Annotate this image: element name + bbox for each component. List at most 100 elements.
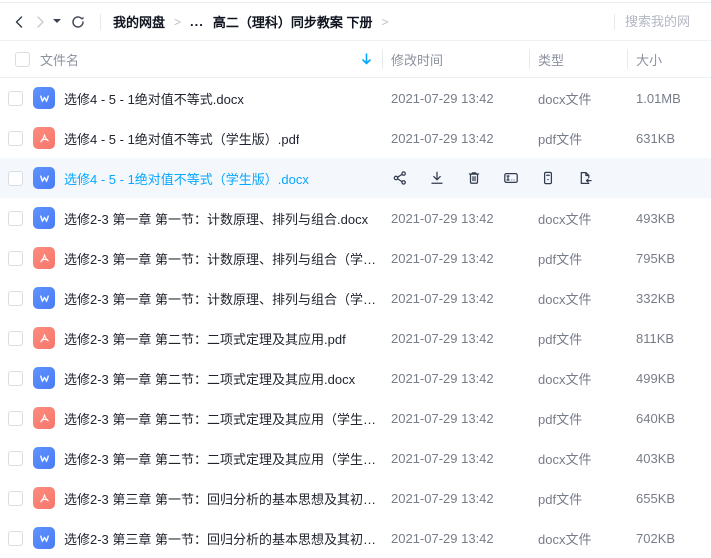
table-row[interactable]: 选修4 - 5 - 1绝对值不等式（学生版）.pdf 2021-07-29 13… (0, 118, 711, 158)
toolbar: 我的网盘 > ... 高二（理科）同步教案 下册 > (0, 3, 711, 41)
row-checkbox[interactable] (8, 131, 23, 146)
file-type: docx文件 (530, 209, 628, 228)
download-icon[interactable] (428, 169, 446, 187)
select-all-checkbox[interactable] (15, 52, 30, 67)
file-name[interactable]: 选修2-3 第一章 第一节：计数原理、排列与组合（学生版... (64, 289, 383, 308)
file-list: 选修4 - 5 - 1绝对值不等式.docx 2021-07-29 13:42 … (0, 78, 711, 558)
file-type: docx文件 (530, 369, 628, 388)
move-icon[interactable] (576, 169, 594, 187)
file-name-cell: 选修2-3 第一章 第一节：计数原理、排列与组合（学生版... (0, 247, 383, 269)
rename-icon[interactable] (502, 169, 520, 187)
file-size: 640KB (628, 411, 711, 426)
file-name-cell: 选修2-3 第三章 第一节：回归分析的基本思想及其初步应... (0, 487, 383, 509)
file-name[interactable]: 选修2-3 第一章 第一节：计数原理、排列与组合（学生版... (64, 249, 383, 268)
column-label-size: 大小 (636, 50, 662, 69)
file-name-cell: 选修2-3 第一章 第二节：二项式定理及其应用.docx (0, 367, 383, 389)
file-name[interactable]: 选修2-3 第一章 第二节：二项式定理及其应用（学生版）... (64, 409, 383, 428)
breadcrumb-current[interactable]: 高二（理科）同步教案 下册 (213, 12, 373, 31)
column-header-name[interactable]: 文件名 (0, 41, 383, 77)
file-name[interactable]: 选修2-3 第三章 第一节：回归分析的基本思想及其初步应... (64, 529, 383, 548)
file-name[interactable]: 选修2-3 第一章 第二节：二项式定理及其应用（学生版）... (64, 449, 383, 468)
table-row[interactable]: 选修2-3 第一章 第二节：二项式定理及其应用（学生版）... 2021-07-… (0, 398, 711, 438)
file-modified: 2021-07-29 13:42 (383, 411, 530, 426)
file-size: 499KB (628, 371, 711, 386)
pdf-file-icon (33, 487, 55, 509)
file-name[interactable]: 选修2-3 第一章 第二节：二项式定理及其应用.docx (64, 369, 355, 388)
row-checkbox[interactable] (8, 91, 23, 106)
table-row[interactable]: 选修2-3 第一章 第一节：计数原理、排列与组合.docx 2021-07-29… (0, 198, 711, 238)
pdf-file-icon (33, 247, 55, 269)
table-row[interactable]: 选修2-3 第一章 第一节：计数原理、排列与组合（学生版... 2021-07-… (0, 238, 711, 278)
column-header-type[interactable]: 类型 (530, 41, 628, 77)
row-checkbox[interactable] (8, 371, 23, 386)
file-name[interactable]: 选修2-3 第三章 第一节：回归分析的基本思想及其初步应... (64, 489, 383, 508)
row-checkbox[interactable] (8, 531, 23, 546)
breadcrumb-collapsed[interactable]: ... (190, 14, 204, 29)
row-checkbox[interactable] (8, 291, 23, 306)
back-icon[interactable] (10, 12, 30, 32)
file-name[interactable]: 选修2-3 第一章 第一节：计数原理、排列与组合.docx (64, 209, 368, 228)
row-checkbox[interactable] (8, 491, 23, 506)
detail-icon[interactable] (539, 169, 557, 187)
table-row[interactable]: 选修2-3 第一章 第一节：计数原理、排列与组合（学生版... 2021-07-… (0, 278, 711, 318)
row-checkbox[interactable] (8, 211, 23, 226)
file-modified: 2021-07-29 13:42 (383, 291, 530, 306)
file-name-cell: 选修2-3 第一章 第一节：计数原理、排列与组合（学生版... (0, 287, 383, 309)
file-type: pdf文件 (530, 409, 628, 428)
file-name-cell: 选修2-3 第三章 第一节：回归分析的基本思想及其初步应... (0, 527, 383, 549)
file-name[interactable]: 选修4 - 5 - 1绝对值不等式（学生版）.docx (64, 169, 309, 188)
file-size: 795KB (628, 251, 711, 266)
row-actions (383, 169, 711, 187)
column-label-type: 类型 (538, 50, 564, 69)
file-size: 493KB (628, 211, 711, 226)
sort-desc-icon[interactable] (361, 53, 372, 65)
column-label-modified: 修改时间 (391, 50, 443, 69)
file-modified: 2021-07-29 13:42 (383, 131, 530, 146)
refresh-icon[interactable] (68, 12, 88, 32)
file-name[interactable]: 选修4 - 5 - 1绝对值不等式.docx (64, 89, 244, 108)
file-size: 403KB (628, 451, 711, 466)
table-row[interactable]: 选修2-3 第三章 第一节：回归分析的基本思想及其初步应... 2021-07-… (0, 478, 711, 518)
file-modified: 2021-07-29 13:42 (383, 211, 530, 226)
file-name[interactable]: 选修2-3 第一章 第二节：二项式定理及其应用.pdf (64, 329, 346, 348)
file-size: 811KB (628, 331, 711, 346)
word-file-icon (33, 207, 55, 229)
file-type: docx文件 (530, 289, 628, 308)
table-row[interactable]: 选修4 - 5 - 1绝对值不等式.docx 2021-07-29 13:42 … (0, 78, 711, 118)
pdf-file-icon (33, 127, 55, 149)
row-checkbox[interactable] (8, 411, 23, 426)
table-row[interactable]: 选修4 - 5 - 1绝对值不等式（学生版）.docx (0, 158, 711, 198)
delete-icon[interactable] (465, 169, 483, 187)
column-header-size[interactable]: 大小 (628, 41, 711, 77)
file-name-cell: 选修2-3 第一章 第二节：二项式定理及其应用（学生版）... (0, 407, 383, 429)
file-modified: 2021-07-29 13:42 (383, 331, 530, 346)
file-name[interactable]: 选修4 - 5 - 1绝对值不等式（学生版）.pdf (64, 129, 299, 148)
file-modified: 2021-07-29 13:42 (383, 371, 530, 386)
file-size: 631KB (628, 131, 711, 146)
row-checkbox[interactable] (8, 451, 23, 466)
word-file-icon (33, 287, 55, 309)
file-name-cell: 选修2-3 第一章 第二节：二项式定理及其应用.pdf (0, 327, 383, 349)
column-header-modified[interactable]: 修改时间 (383, 41, 530, 77)
breadcrumb-root[interactable]: 我的网盘 (113, 12, 165, 31)
table-row[interactable]: 选修2-3 第一章 第二节：二项式定理及其应用.pdf 2021-07-29 1… (0, 318, 711, 358)
table-row[interactable]: 选修2-3 第一章 第二节：二项式定理及其应用.docx 2021-07-29 … (0, 358, 711, 398)
table-row[interactable]: 选修2-3 第一章 第二节：二项式定理及其应用（学生版）... 2021-07-… (0, 438, 711, 478)
breadcrumb-trailing-separator: > (382, 15, 389, 29)
forward-icon[interactable] (30, 12, 50, 32)
file-name-cell: 选修2-3 第一章 第一节：计数原理、排列与组合.docx (0, 207, 383, 229)
search-input[interactable] (625, 14, 711, 29)
dropdown-caret-icon[interactable] (50, 12, 63, 32)
word-file-icon (33, 527, 55, 549)
row-checkbox[interactable] (8, 251, 23, 266)
row-checkbox[interactable] (8, 331, 23, 346)
share-icon[interactable] (391, 169, 409, 187)
word-file-icon (33, 167, 55, 189)
file-type: pdf文件 (530, 329, 628, 348)
row-checkbox[interactable] (8, 171, 23, 186)
table-row[interactable]: 选修2-3 第三章 第一节：回归分析的基本思想及其初步应... 2021-07-… (0, 518, 711, 558)
breadcrumb-separator: > (174, 15, 181, 29)
word-file-icon (33, 447, 55, 469)
search-box[interactable] (614, 14, 711, 30)
toolbar-divider (100, 14, 101, 30)
